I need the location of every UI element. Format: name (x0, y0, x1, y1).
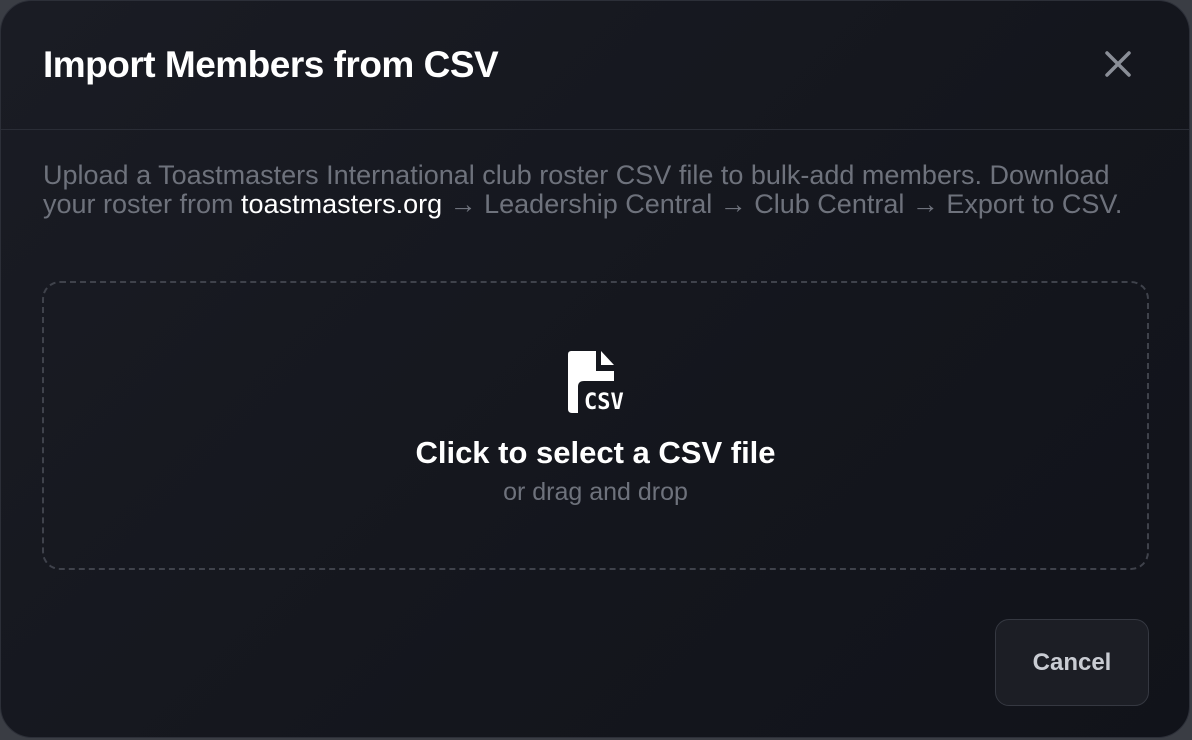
dialog-title: Import Members from CSV (43, 44, 499, 85)
close-button[interactable] (1099, 45, 1137, 83)
svg-text:CSV: CSV (584, 390, 624, 415)
dropzone-title: Click to select a CSV file (415, 435, 776, 470)
csv-file-icon: CSV (568, 351, 624, 415)
dialog-header: Import Members from CSV (1, 1, 1189, 130)
toastmasters-link[interactable]: toastmasters.org (241, 189, 442, 219)
import-members-dialog: Import Members from CSV Upload a Toastma… (0, 0, 1190, 738)
dialog-description: Upload a Toastmasters International club… (43, 161, 1143, 219)
cancel-button[interactable]: Cancel (995, 619, 1149, 706)
csv-dropzone[interactable]: CSV Click to select a CSV file or drag a… (42, 281, 1149, 570)
dropzone-subtitle: or drag and drop (503, 478, 688, 506)
close-icon (1105, 51, 1131, 77)
description-text-after: → Leadership Central → Club Central → Ex… (442, 189, 1123, 219)
